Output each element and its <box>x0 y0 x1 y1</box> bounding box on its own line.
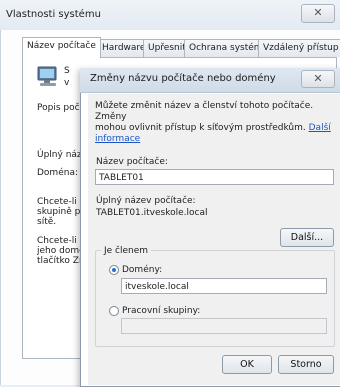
workgroup-radio-label: Pracovní skupiny: <box>122 306 201 316</box>
full-name-label: Úplný název počítače: <box>96 196 196 206</box>
domain-radio-label: Domény: <box>122 265 163 275</box>
more-button[interactable]: Další... <box>280 228 334 247</box>
full-name-value: TABLET01.itveskole.local <box>96 208 208 218</box>
tab-remote-access[interactable]: Vzdálený přístup <box>258 39 340 57</box>
system-properties-title: Vlastnosti systému <box>6 9 101 20</box>
workgroup-input[interactable] <box>121 318 327 334</box>
description-line-2: mohou ovlivnit přístup k síťovým prostře… <box>95 123 306 133</box>
dialog-title: Změny názvu počítače nebo domény <box>90 73 276 84</box>
dialog-description: Můžete změnit název a členství tohoto po… <box>95 101 335 145</box>
tab-computer-name[interactable]: Název počítače <box>22 37 101 58</box>
computer-name-input[interactable]: TABLET01 <box>95 169 334 185</box>
domain-input[interactable]: itveskole.local <box>121 278 327 294</box>
workgroup-radio[interactable] <box>109 306 119 316</box>
description-label: Popis počít <box>37 103 86 113</box>
computer-description-partial: S <box>64 66 70 76</box>
cancel-button[interactable]: Storno <box>278 355 334 374</box>
description-line-1: Můžete změnit název a členství tohoto po… <box>95 101 314 122</box>
domain-radio[interactable] <box>109 265 119 275</box>
dialog-close-icon[interactable]: ✕ <box>301 70 335 88</box>
close-icon[interactable]: ✕ <box>301 4 335 23</box>
computer-name-label: Název počítače: <box>96 157 168 167</box>
member-of-label: Je členem <box>101 246 152 256</box>
domain-label: Doména: <box>37 168 78 178</box>
network-id-text-3: sítě. <box>37 217 57 227</box>
computer-icon <box>37 66 57 86</box>
ok-button[interactable]: OK <box>222 355 272 374</box>
computer-description-partial-2: v <box>64 78 70 88</box>
